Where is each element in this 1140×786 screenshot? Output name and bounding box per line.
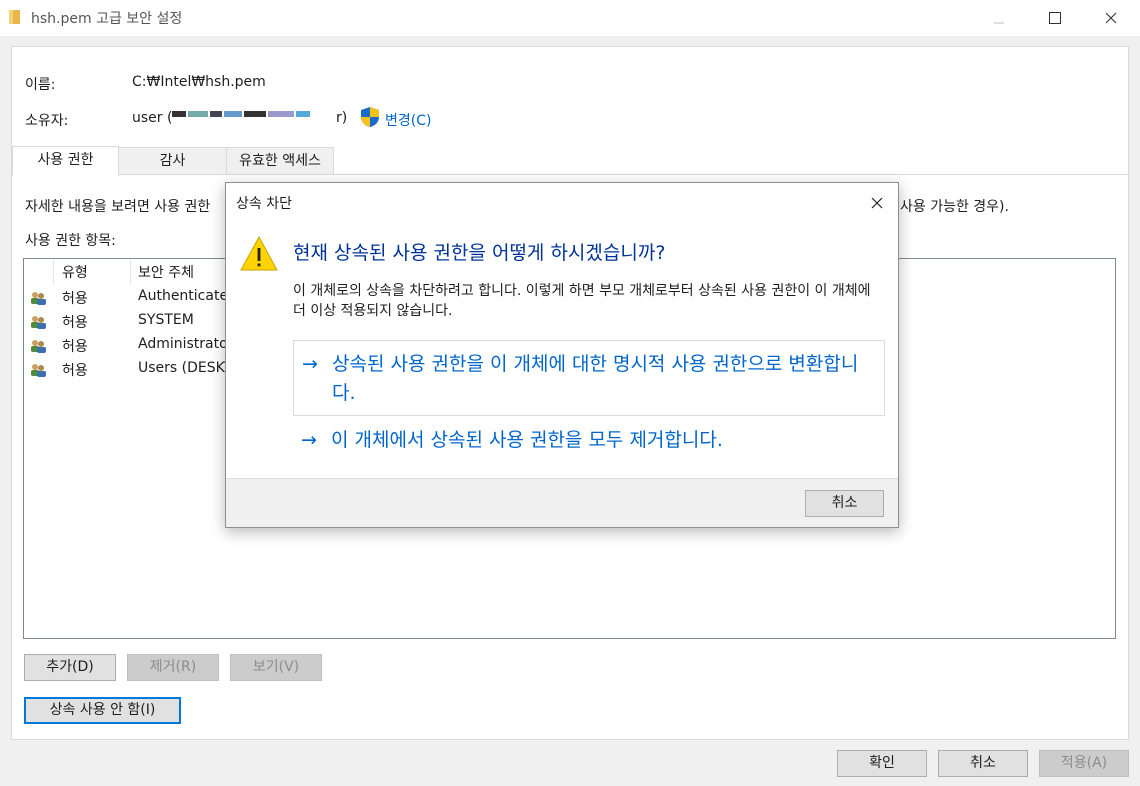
dialog-close-button[interactable] [862, 189, 892, 217]
minimize-icon [994, 22, 1004, 24]
name-label: 이름: [25, 77, 56, 93]
tab-permissions[interactable]: 사용 권한 [12, 146, 119, 176]
column-header-principal[interactable]: 보안 주체 [138, 262, 194, 282]
user-group-icon [31, 340, 46, 353]
user-group-icon [31, 364, 46, 377]
cancel-button[interactable]: 취소 [938, 750, 1028, 777]
row-principal: SYSTEM [138, 312, 194, 328]
permissions-description-end: 사용 가능한 경우). [900, 199, 1009, 215]
close-icon [1105, 12, 1117, 24]
table-row[interactable]: 허용 Authenticate [24, 286, 228, 310]
maximize-icon [1049, 12, 1061, 24]
owner-value-suffix: r) [336, 110, 348, 126]
dialog-description: 이 개체로의 상속을 차단하려고 합니다. 이렇게 하면 부모 개체로부터 상속… [293, 283, 871, 319]
maximize-button[interactable] [1032, 4, 1078, 32]
table-row[interactable]: 허용 Administrato [24, 334, 228, 358]
row-principal: Authenticate [138, 288, 229, 304]
disable-inheritance-button[interactable]: 상속 사용 안 함(I) [24, 697, 181, 724]
row-principal: Administrato [138, 336, 228, 352]
convert-permissions-option[interactable]: → 상속된 사용 권한을 이 개체에 대한 명시적 사용 권한으로 변환합니다. [293, 340, 885, 416]
row-type: 허용 [62, 315, 88, 331]
tab-auditing[interactable]: 감사 [118, 147, 227, 175]
close-button[interactable] [1088, 4, 1134, 32]
convert-permissions-label: 상속된 사용 권한을 이 개체에 대한 명시적 사용 권한으로 변환합니다. [332, 353, 859, 404]
tab-effective-access[interactable]: 유효한 액세스 [226, 147, 334, 175]
row-principal: Users (DESKT [138, 360, 233, 376]
row-type: 허용 [62, 291, 88, 307]
row-type: 허용 [62, 363, 88, 379]
remove-permissions-label: 이 개체에서 상속된 사용 권한을 모두 제거합니다. [331, 429, 723, 451]
view-button[interactable]: 보기(V) [230, 654, 322, 681]
folder-icon [9, 10, 20, 24]
warning-icon [240, 235, 278, 271]
user-group-icon [31, 316, 46, 329]
dialog-footer: 취소 [226, 478, 898, 527]
column-separator [53, 260, 54, 284]
owner-value-prefix: user ( [132, 110, 173, 126]
apply-button[interactable]: 적용(A) [1039, 750, 1129, 777]
column-header-type[interactable]: 유형 [62, 262, 88, 282]
name-value: C:₩Intel₩hsh.pem [132, 74, 266, 90]
window-title: hsh.pem 고급 보안 설정 [31, 11, 183, 27]
table-row[interactable]: 허용 SYSTEM [24, 310, 224, 334]
dialog-heading: 현재 상속된 사용 권한을 어떻게 하시겠습니까? [293, 242, 666, 264]
table-row[interactable]: 허용 Users (DESKT [24, 358, 232, 382]
row-type: 허용 [62, 339, 88, 355]
permissions-description: 자세한 내용을 보려면 사용 권한 [25, 199, 211, 215]
block-inheritance-dialog: 상속 차단 현재 상속된 사용 권한을 어떻게 하시겠습니까? 이 개체로의 상… [225, 182, 899, 528]
user-group-icon [31, 292, 46, 305]
redacted-owner [172, 111, 312, 125]
minimize-button[interactable] [976, 4, 1022, 32]
close-icon [871, 197, 883, 209]
remove-button[interactable]: 제거(R) [127, 654, 219, 681]
uac-shield-icon [361, 107, 379, 127]
ok-button[interactable]: 확인 [837, 750, 927, 777]
add-button[interactable]: 추가(D) [24, 654, 116, 681]
column-separator [130, 260, 131, 284]
owner-label: 소유자: [25, 113, 69, 129]
permission-entries-label: 사용 권한 항목: [25, 233, 116, 249]
remove-permissions-option[interactable]: → 이 개체에서 상속된 사용 권한을 모두 제거합니다. [293, 426, 885, 458]
title-bar: hsh.pem 고급 보안 설정 [0, 0, 1140, 36]
arrow-right-icon: → [301, 429, 317, 451]
dialog-cancel-button[interactable]: 취소 [805, 490, 884, 517]
change-owner-link[interactable]: 변경(C) [385, 110, 431, 130]
arrow-right-icon: → [302, 353, 318, 375]
dialog-title: 상속 차단 [236, 196, 292, 212]
